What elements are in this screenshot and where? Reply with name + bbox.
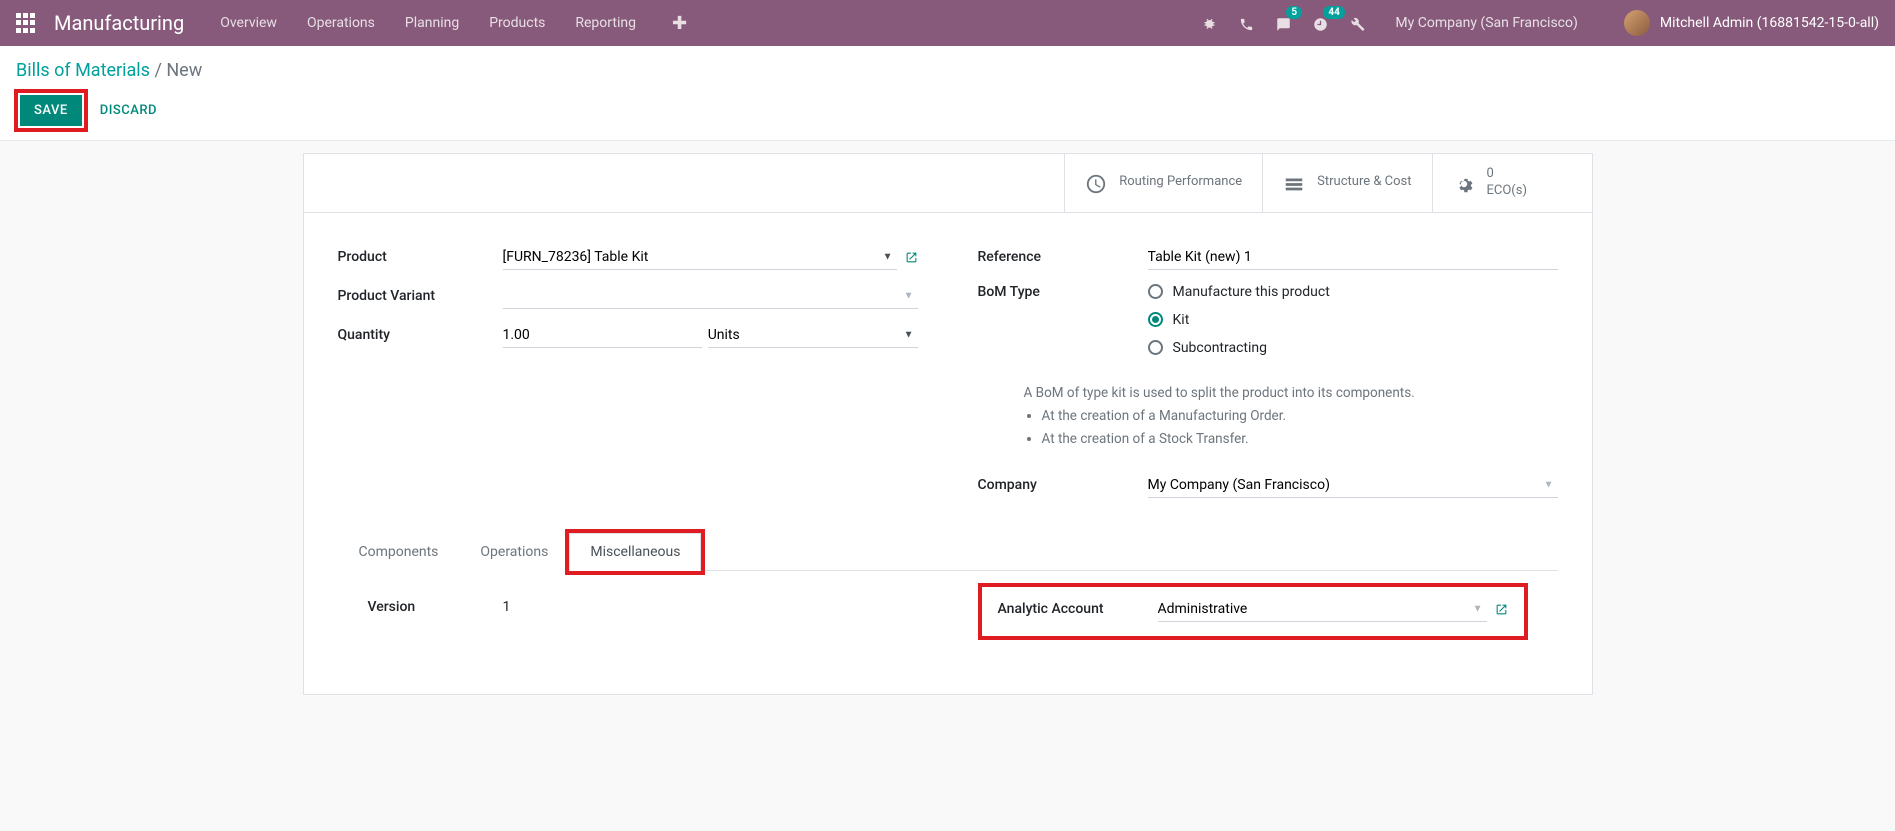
tools-icon[interactable] xyxy=(1350,14,1365,32)
stat-eco-label: ECO(s) xyxy=(1487,183,1527,198)
radio-manufacture-label: Manufacture this product xyxy=(1173,284,1330,300)
header-bar: Bills of Materials / New SAVE DISCARD xyxy=(0,46,1895,141)
stat-eco-count: 0 xyxy=(1487,166,1494,181)
app-name[interactable]: Manufacturing xyxy=(54,11,184,35)
messaging-icon[interactable]: 5 xyxy=(1276,14,1291,32)
nav-links: Overview Operations Planning Products Re… xyxy=(220,13,687,34)
gears-icon xyxy=(1453,171,1475,196)
clock-icon xyxy=(1085,171,1107,196)
topbar-icons: 5 44 My Company (San Francisco) Mitchell… xyxy=(1202,10,1879,36)
help-b2: At the creation of a Stock Transfer. xyxy=(1042,428,1558,451)
breadcrumb-sep: / xyxy=(154,60,166,81)
phone-icon[interactable] xyxy=(1239,14,1254,32)
tab-content-misc: Version 1 Analytic Account ▼ xyxy=(338,571,1558,670)
label-variant: Product Variant xyxy=(338,288,503,304)
reference-input[interactable] xyxy=(1148,245,1558,270)
company-selector[interactable]: My Company (San Francisco) xyxy=(1395,15,1577,31)
plus-icon[interactable]: ✚ xyxy=(672,13,687,34)
tab-components[interactable]: Components xyxy=(338,533,460,571)
product-input[interactable] xyxy=(503,245,897,270)
tabs: Components Operations Miscellaneous xyxy=(338,532,1558,571)
analytic-input[interactable] xyxy=(1158,597,1487,622)
stat-structure-text: Structure & Cost xyxy=(1317,174,1411,191)
stat-routing[interactable]: Routing Performance xyxy=(1064,154,1262,212)
stat-eco-text: 0 ECO(s) xyxy=(1487,166,1527,200)
debug-icon[interactable] xyxy=(1202,14,1217,32)
radio-subcontract-label: Subcontracting xyxy=(1173,340,1268,356)
messaging-badge: 5 xyxy=(1286,6,1302,19)
help-b1: At the creation of a Manufacturing Order… xyxy=(1042,405,1558,428)
avatar xyxy=(1624,10,1650,36)
tab-operations[interactable]: Operations xyxy=(459,533,569,571)
nav-overview[interactable]: Overview xyxy=(220,15,277,31)
nav-operations[interactable]: Operations xyxy=(307,15,375,31)
tab-miscellaneous[interactable]: Miscellaneous xyxy=(569,533,701,571)
external-link-icon[interactable] xyxy=(905,250,918,265)
discard-button[interactable]: DISCARD xyxy=(100,103,157,118)
help-intro: A BoM of type kit is used to split the p… xyxy=(1024,382,1558,405)
nav-products[interactable]: Products xyxy=(489,15,545,31)
uom-input[interactable] xyxy=(708,323,918,348)
form-right-col: Reference BoM Type Manufacture this prod… xyxy=(978,245,1558,512)
form-left-col: Product ▼ Product Variant xyxy=(338,245,918,512)
radio-icon xyxy=(1148,340,1163,355)
bomtype-help: A BoM of type kit is used to split the p… xyxy=(1024,382,1558,451)
radio-kit-label: Kit xyxy=(1173,312,1190,328)
stat-structure[interactable]: Structure & Cost xyxy=(1262,154,1431,212)
user-name: Mitchell Admin (16881542-15-0-all) xyxy=(1660,15,1879,31)
version-value: 1 xyxy=(503,599,918,615)
radio-kit[interactable]: Kit xyxy=(1148,312,1558,328)
form-sheet: Routing Performance Structure & Cost 0 E… xyxy=(303,153,1593,695)
analytic-highlight: Analytic Account ▼ xyxy=(978,583,1528,640)
stat-buttons: Routing Performance Structure & Cost 0 E… xyxy=(304,154,1592,213)
save-button[interactable]: SAVE xyxy=(20,95,82,126)
label-bomtype: BoM Type xyxy=(978,284,1148,300)
nav-planning[interactable]: Planning xyxy=(405,15,459,31)
activities-icon[interactable]: 44 xyxy=(1313,14,1328,32)
topbar: Manufacturing Overview Operations Planni… xyxy=(0,0,1895,46)
company-input[interactable] xyxy=(1148,473,1558,498)
radio-icon xyxy=(1148,312,1163,327)
breadcrumb-current: New xyxy=(166,60,202,81)
breadcrumb-root[interactable]: Bills of Materials xyxy=(16,60,150,81)
label-reference: Reference xyxy=(978,249,1148,265)
stat-eco[interactable]: 0 ECO(s) xyxy=(1432,154,1592,212)
label-product: Product xyxy=(338,249,503,265)
external-link-icon[interactable] xyxy=(1495,602,1508,617)
action-row: SAVE DISCARD xyxy=(16,91,1879,130)
apps-icon[interactable] xyxy=(16,13,36,33)
user-menu[interactable]: Mitchell Admin (16881542-15-0-all) xyxy=(1624,10,1879,36)
radio-manufacture[interactable]: Manufacture this product xyxy=(1148,284,1558,300)
stat-routing-text: Routing Performance xyxy=(1119,174,1242,191)
label-quantity: Quantity xyxy=(338,327,503,343)
quantity-input[interactable] xyxy=(503,323,702,348)
label-analytic: Analytic Account xyxy=(998,601,1158,617)
nav-reporting[interactable]: Reporting xyxy=(575,15,636,31)
variant-input[interactable] xyxy=(503,284,918,309)
radio-subcontract[interactable]: Subcontracting xyxy=(1148,340,1558,356)
breadcrumb: Bills of Materials / New xyxy=(16,60,1879,81)
label-company: Company xyxy=(978,477,1148,493)
radio-icon xyxy=(1148,284,1163,299)
bars-icon xyxy=(1283,171,1305,196)
label-version: Version xyxy=(368,599,503,615)
activities-badge: 44 xyxy=(1323,6,1344,19)
